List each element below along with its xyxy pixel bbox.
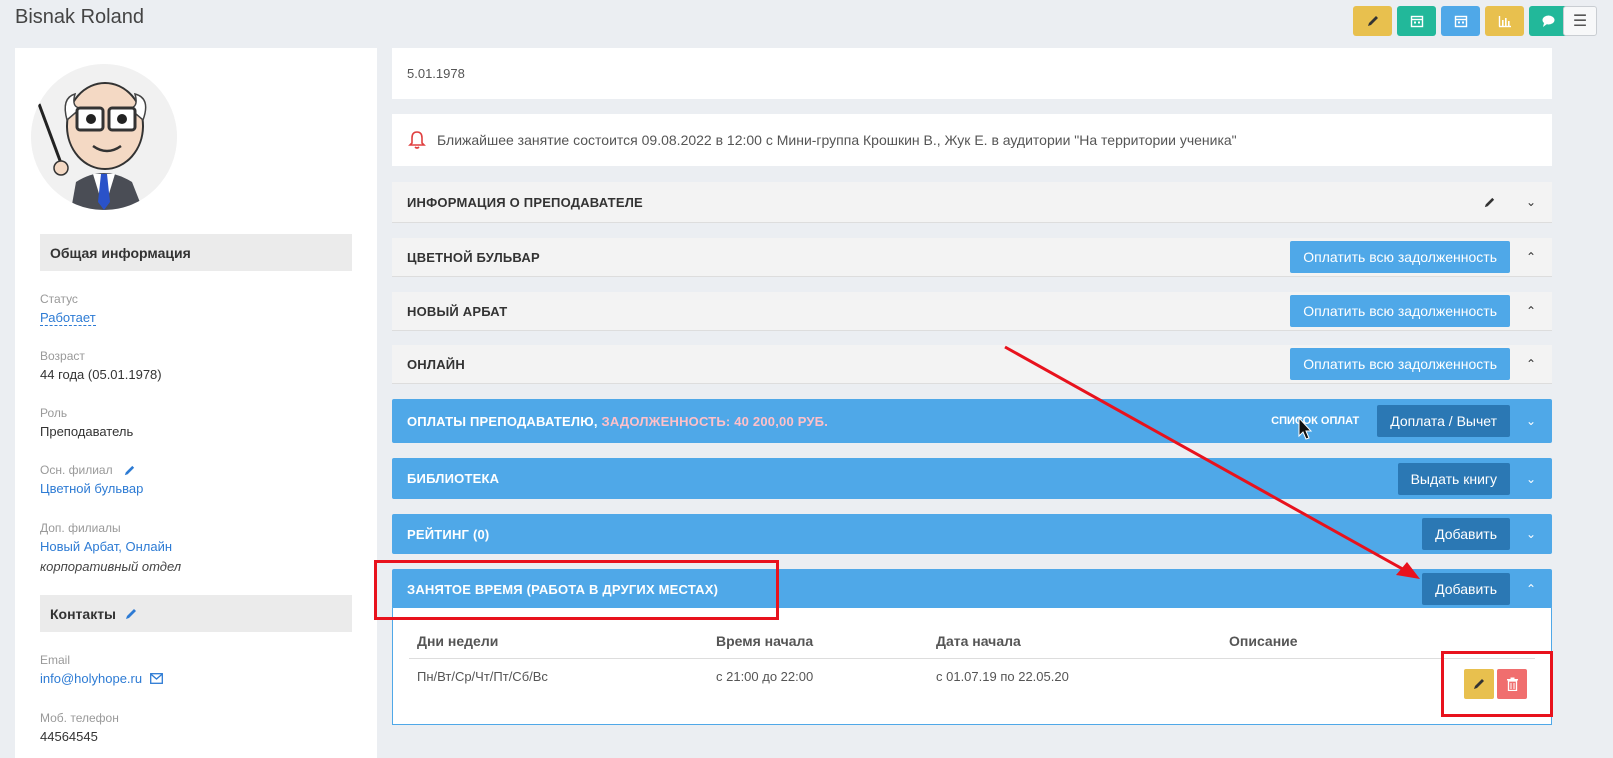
surcharge-deduction-button[interactable]: Доплата / Вычет [1377,405,1510,437]
next-lesson-notice: Ближайшее занятие состоится 09.08.2022 в… [392,114,1552,166]
phone-value: 44564545 [40,729,98,744]
pay-all-debt-button[interactable]: Оплатить всю задолженность [1290,241,1510,273]
pencil-icon[interactable] [1483,196,1496,209]
status-label: Статус [40,292,78,306]
top-toolbar [1353,6,1568,36]
calendar-icon [1410,15,1423,28]
panel-branch-title: ОНЛАЙН [407,356,465,372]
cell-start-time: с 21:00 до 22:00 [716,669,814,684]
hamburger-icon: ☰ [1572,13,1588,30]
add-busy-time-button[interactable]: Добавить [1422,573,1510,605]
extra-branch-note: корпоративный отдел [40,559,182,574]
main-branch-label-row: Осн. филиал [40,463,136,477]
panel-payments-title: ОПЛАТЫ ПРЕПОДАВАТЕЛЮ, ЗАДОЛЖЕННОСТЬ: 40 … [407,414,828,429]
bar-chart-icon [1498,16,1511,28]
panel-branch-arbat[interactable]: НОВЫЙ АРБАТ Оплатить всю задолженность ⌃ [392,292,1552,331]
col-header-description: Описание [1229,633,1298,649]
birthdate-card: 5.01.1978 [392,48,1552,99]
col-header-days: Дни недели [417,633,499,649]
chevron-down-icon[interactable]: ⌄ [1510,527,1552,541]
email-link[interactable]: info@holyhope.ru [40,671,142,686]
chevron-down-icon[interactable]: ⌄ [1510,195,1552,209]
extra-branches-label: Доп. филиалы [40,521,121,535]
extra-branch-link-1[interactable]: Новый Арбат [40,539,118,554]
general-info-header: Общая информация [40,234,352,271]
menu-button[interactable]: ☰ [1563,6,1597,36]
calendar-icon [1454,15,1467,28]
role-value: Преподаватель [40,424,134,439]
payments-debt: ЗАДОЛЖЕННОСТЬ: 40 200,00 РУБ. [601,413,829,429]
panel-library[interactable]: БИБЛИОТЕКА Выдать книгу ⌄ [392,458,1552,499]
contacts-title: Контакты [50,605,117,622]
extra-branch-link-2[interactable]: Онлайн [125,539,172,554]
profile-card: Общая информация Статус Работает Возраст… [15,48,377,758]
role-label: Роль [40,406,68,420]
busy-time-table: Дни недели Время начала Дата начала Опис… [392,608,1552,725]
next-lesson-text: Ближайшее занятие состоится 09.08.2022 в… [437,132,1237,148]
main-branch-value[interactable]: Цветной бульвар [40,481,143,496]
avatar [31,64,177,210]
panel-teacher-info[interactable]: ИНФОРМАЦИЯ О ПРЕПОДАВАТЕЛЕ ⌄ [392,182,1552,223]
pencil-icon [1367,16,1378,26]
pencil-icon[interactable] [124,607,138,621]
extra-branches-value: Новый Арбат, Онлайн [40,539,172,554]
panel-branch-title: ЦВЕТНОЙ БУЛЬВАР [407,249,540,265]
main-branch-link[interactable]: Цветной бульвар [40,481,143,496]
age-value: 44 года (05.01.1978) [40,367,162,382]
edit-button[interactable] [1353,6,1392,36]
page-title: Bisnak Roland [15,6,144,28]
issue-book-button[interactable]: Выдать книгу [1397,462,1510,495]
panel-library-title: БИБЛИОТЕКА [407,471,500,486]
cell-days: Пн/Вт/Ср/Чт/Пт/Сб/Вс [417,669,548,684]
schedule-button[interactable] [1397,6,1436,36]
chat-icon [1542,15,1555,27]
table-divider [409,658,1535,659]
chevron-up-icon[interactable]: ⌃ [1510,582,1552,596]
panel-teacher-info-title: ИНФОРМАЦИЯ О ПРЕПОДАВАТЕЛЕ [407,194,643,210]
status-link[interactable]: Работает [40,310,96,326]
panel-branch-tsvetnoy[interactable]: ЦВЕТНОЙ БУЛЬВАР Оплатить всю задолженнос… [392,238,1552,277]
add-rating-button[interactable]: Добавить [1422,518,1510,550]
contacts-header: Контакты [40,595,352,632]
annotation-highlight-busy-title [374,560,779,620]
general-info-title: Общая информация [50,244,191,261]
pay-all-debt-button[interactable]: Оплатить всю задолженность [1290,348,1510,380]
calendar-button[interactable] [1441,6,1480,36]
birthdate-text: 5.01.1978 [407,66,465,81]
chevron-down-icon[interactable]: ⌄ [1510,472,1552,486]
chevron-up-icon[interactable]: ⌃ [1510,250,1552,264]
main-branch-label: Осн. филиал [40,463,113,477]
payments-label: ОПЛАТЫ ПРЕПОДАВАТЕЛЮ, [407,413,602,429]
bell-icon [408,131,426,149]
email-value: info@holyhope.ru [40,671,164,686]
payments-list-link[interactable]: СПИСОК ОПЛАТ [1271,415,1359,427]
panel-branch-title: НОВЫЙ АРБАТ [407,303,508,319]
envelope-icon[interactable] [150,673,164,684]
cell-start-date: с 01.07.19 по 22.05.20 [936,669,1069,684]
chevron-up-icon[interactable]: ⌃ [1510,304,1552,318]
col-header-start-date: Дата начала [936,633,1021,649]
panel-rating-title: РЕЙТИНГ (0) [407,526,490,542]
pencil-icon[interactable] [123,464,136,477]
phone-label: Моб. телефон [40,711,119,725]
email-label: Email [40,653,71,667]
age-label: Возраст [40,349,85,363]
panel-teacher-payments[interactable]: ОПЛАТЫ ПРЕПОДАВАТЕЛЮ, ЗАДОЛЖЕННОСТЬ: 40 … [392,399,1552,443]
chevron-up-icon[interactable]: ⌃ [1510,357,1552,371]
annotation-highlight-row-actions [1441,651,1553,717]
col-header-start-time: Время начала [716,633,814,649]
panel-rating[interactable]: РЕЙТИНГ (0) Добавить ⌄ [392,514,1552,554]
pay-all-debt-button[interactable]: Оплатить всю задолженность [1290,295,1510,327]
status-value[interactable]: Работает [40,310,96,326]
chevron-down-icon[interactable]: ⌄ [1510,414,1552,428]
stats-button[interactable] [1485,6,1524,36]
panel-branch-online[interactable]: ОНЛАЙН Оплатить всю задолженность ⌃ [392,345,1552,384]
